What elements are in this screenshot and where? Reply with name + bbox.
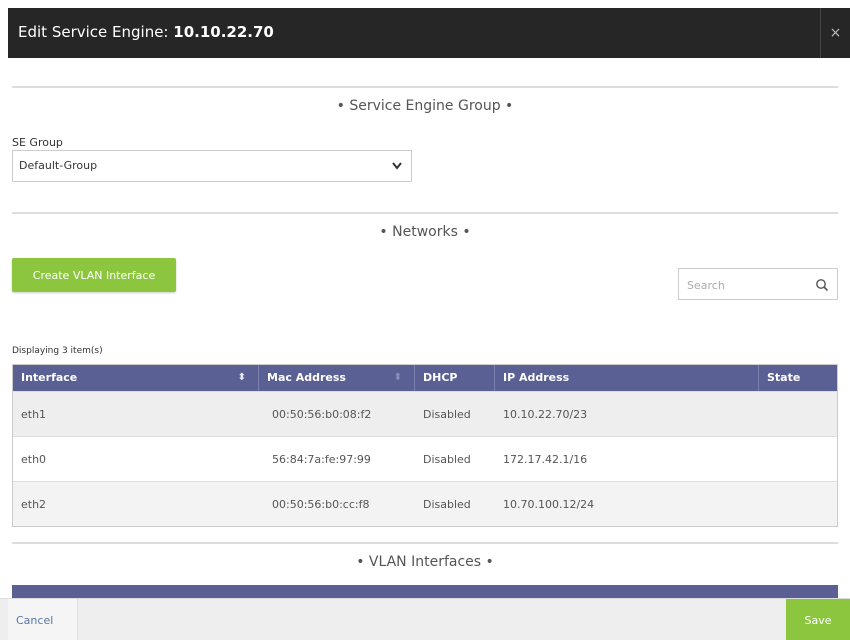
cell-ip-address: 10.10.22.70/23 xyxy=(503,408,588,421)
cell-dhcp: Disabled xyxy=(423,498,471,511)
table-row[interactable]: eth1 00:50:56:b0:08:f2 Disabled 10.10.22… xyxy=(13,391,837,436)
cell-dhcp: Disabled xyxy=(423,453,471,466)
section-header-networks: • Networks • xyxy=(12,212,838,240)
modal-footer: Cancel Save xyxy=(0,598,850,640)
column-header-state: State xyxy=(759,365,837,391)
networks-table: Interface ⬍ Mac Address ⬍ DHCP IP Addres… xyxy=(12,364,838,527)
cell-interface: eth0 xyxy=(21,453,47,466)
search-box[interactable] xyxy=(678,268,838,300)
section-header-vlan-interfaces: • VLAN Interfaces • xyxy=(12,542,838,570)
close-icon[interactable]: × xyxy=(820,8,850,58)
cell-interface: eth1 xyxy=(21,408,47,421)
cell-state xyxy=(759,392,767,437)
search-input[interactable] xyxy=(685,276,809,294)
column-header-ip-address: IP Address xyxy=(495,365,759,391)
cell-mac-address: 00:50:56:b0:cc:f8 xyxy=(272,498,370,511)
cell-ip-address: 172.17.42.1/16 xyxy=(503,453,588,466)
search-icon[interactable] xyxy=(815,277,829,292)
create-vlan-interface-button[interactable]: Create VLAN Interface xyxy=(12,258,176,292)
chevron-down-icon xyxy=(391,151,403,192)
column-label: Interface xyxy=(21,371,78,384)
section-header-se-group: • Service Engine Group • xyxy=(12,86,838,114)
cancel-button[interactable]: Cancel xyxy=(8,599,78,640)
column-header-mac-address[interactable]: Mac Address ⬍ xyxy=(259,365,415,391)
table-row[interactable]: eth0 56:84:7a:fe:97:99 Disabled 172.17.4… xyxy=(13,436,837,481)
column-header-dhcp: DHCP xyxy=(415,365,495,391)
column-label: DHCP xyxy=(423,371,458,384)
cell-state xyxy=(759,437,767,482)
modal-titlebar: Edit Service Engine: 10.10.22.70 × xyxy=(8,8,850,58)
edit-service-engine-modal: Edit Service Engine: 10.10.22.70 × • Ser… xyxy=(0,0,850,640)
cell-interface: eth2 xyxy=(21,498,47,511)
sort-icon[interactable]: ⬍ xyxy=(238,365,246,391)
cell-dhcp: Disabled xyxy=(423,408,471,421)
column-label: IP Address xyxy=(503,371,570,384)
modal-title: Edit Service Engine: 10.10.22.70 xyxy=(18,23,274,41)
column-header-interface[interactable]: Interface ⬍ xyxy=(13,365,259,391)
title-ip: 10.10.22.70 xyxy=(173,23,274,41)
se-group-label: SE Group xyxy=(12,136,63,149)
modal-body: • Service Engine Group • SE Group Defaul… xyxy=(8,58,850,598)
item-count: Displaying 3 item(s) xyxy=(12,346,103,356)
column-label: Mac Address xyxy=(267,371,346,384)
cell-mac-address: 56:84:7a:fe:97:99 xyxy=(272,453,371,466)
cell-mac-address: 00:50:56:b0:08:f2 xyxy=(272,408,372,421)
cell-ip-address: 10.70.100.12/24 xyxy=(503,498,595,511)
vlan-table-header xyxy=(12,585,838,598)
table-header: Interface ⬍ Mac Address ⬍ DHCP IP Addres… xyxy=(13,365,837,391)
se-group-value: Default-Group xyxy=(19,159,98,172)
se-group-select[interactable]: Default-Group xyxy=(12,150,412,182)
save-button[interactable]: Save xyxy=(786,599,850,640)
table-row[interactable]: eth2 00:50:56:b0:cc:f8 Disabled 10.70.10… xyxy=(13,481,837,526)
title-prefix: Edit Service Engine: xyxy=(18,23,174,41)
column-label: State xyxy=(767,371,801,384)
sort-icon[interactable]: ⬍ xyxy=(394,365,402,391)
cell-state xyxy=(759,482,767,527)
